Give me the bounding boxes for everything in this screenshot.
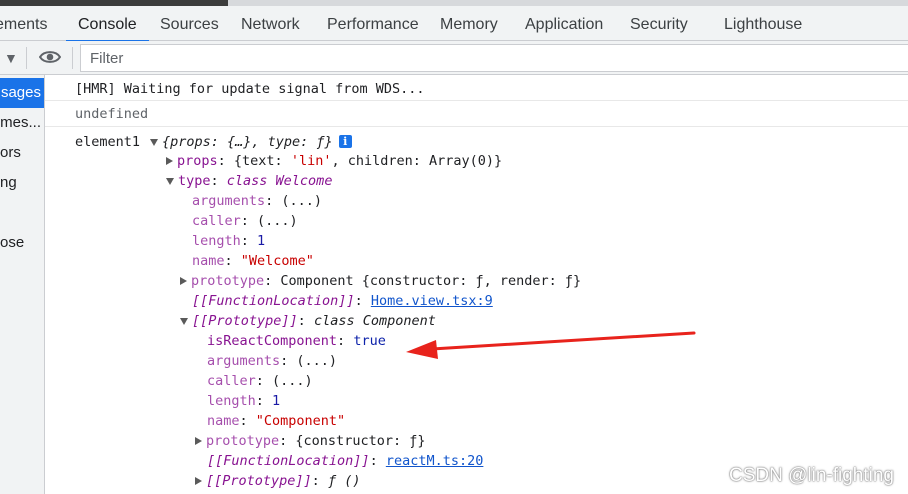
tree-node-prototype[interactable]: prototype: {constructor: ƒ} [195, 431, 425, 451]
source-link[interactable]: reactM.ts:20 [386, 453, 484, 469]
toolbar-divider [72, 47, 73, 69]
console-message-hmr: [HMR] Waiting for update signal from WDS… [45, 75, 908, 101]
tree-node-name: name: "Component" [207, 413, 346, 429]
info-icon[interactable]: i [338, 135, 352, 148]
context-dropdown-icon[interactable]: ▼ [4, 50, 18, 66]
tree-node-prototype[interactable]: prototype: Component {constructor: ƒ, re… [180, 271, 581, 291]
tab-lighthouse[interactable]: Lighthouse [724, 8, 802, 41]
live-expression-eye-icon[interactable] [39, 49, 61, 65]
object-root-toggle[interactable]: {props: {…}, type: ƒ} i [150, 132, 352, 152]
collapsed-triangle-icon[interactable] [195, 437, 202, 445]
tree-node-function-location: [[FunctionLocation]]: Home.view.tsx:9 [192, 293, 493, 309]
object-summary: {props: {…}, type: ƒ} [162, 134, 333, 150]
tree-node-length: length: 1 [192, 233, 266, 249]
tree-node-name: name: "Welcome" [192, 253, 314, 269]
sidebar-item-errors[interactable]: ors [0, 138, 44, 168]
window-top-strip [0, 0, 908, 6]
devtools-tab-bar: ements Console Sources Network Performan… [0, 0, 908, 42]
toolbar-divider [26, 47, 27, 69]
tree-node-length: length: 1 [207, 393, 281, 409]
sidebar-item-warnings[interactable]: ng [0, 168, 44, 198]
tree-node-caller[interactable]: caller: (...) [207, 371, 313, 391]
collapsed-triangle-icon[interactable] [166, 157, 173, 165]
tree-node-function-location: [[FunctionLocation]]: reactM.ts:20 [207, 453, 484, 469]
expanded-triangle-icon[interactable] [150, 138, 158, 146]
sidebar-item-verbose[interactable]: ose [0, 228, 44, 258]
tab-elements[interactable]: ements [0, 8, 47, 41]
tree-node-caller[interactable]: caller: (...) [192, 211, 298, 231]
tab-memory[interactable]: Memory [440, 8, 498, 41]
tab-network[interactable]: Network [241, 8, 300, 41]
tree-node-arguments[interactable]: arguments: (...) [207, 351, 337, 371]
tree-node-is-react-component: isReactComponent: true [207, 333, 386, 349]
expanded-triangle-icon[interactable] [166, 177, 174, 185]
expanded-triangle-icon[interactable] [180, 317, 188, 325]
log-label: element1 [75, 134, 141, 150]
tab-security[interactable]: Security [630, 8, 688, 41]
console-message-undefined: undefined [45, 101, 908, 127]
sidebar-item-user-messages[interactable]: mes... [0, 108, 44, 138]
tab-performance[interactable]: Performance [327, 8, 419, 41]
tree-node-props[interactable]: props: {text: 'lin', children: Array(0)} [166, 151, 502, 171]
console-messages: [HMR] Waiting for update signal from WDS… [45, 75, 908, 494]
source-link[interactable]: Home.view.tsx:9 [371, 293, 493, 309]
tab-sources[interactable]: Sources [160, 8, 219, 41]
watermark: CSDN @lin-fighting [728, 465, 894, 486]
collapsed-triangle-icon[interactable] [180, 277, 187, 285]
tree-node-internal-prototype[interactable]: [[Prototype]]: ƒ () [195, 471, 360, 491]
tab-console[interactable]: Console [66, 8, 149, 42]
tree-node-internal-prototype[interactable]: [[Prototype]]: class Component [180, 311, 436, 331]
sidebar-item-messages[interactable]: sages [0, 78, 44, 108]
tab-application[interactable]: Application [525, 8, 603, 41]
tree-node-arguments[interactable]: arguments: (...) [192, 191, 322, 211]
console-sidebar: sages mes... ors ng ose [0, 75, 45, 494]
collapsed-triangle-icon[interactable] [195, 477, 202, 485]
tree-node-type[interactable]: type: class Welcome [166, 171, 332, 191]
filter-input[interactable] [80, 44, 908, 72]
console-toolbar: ▼ [0, 41, 908, 75]
